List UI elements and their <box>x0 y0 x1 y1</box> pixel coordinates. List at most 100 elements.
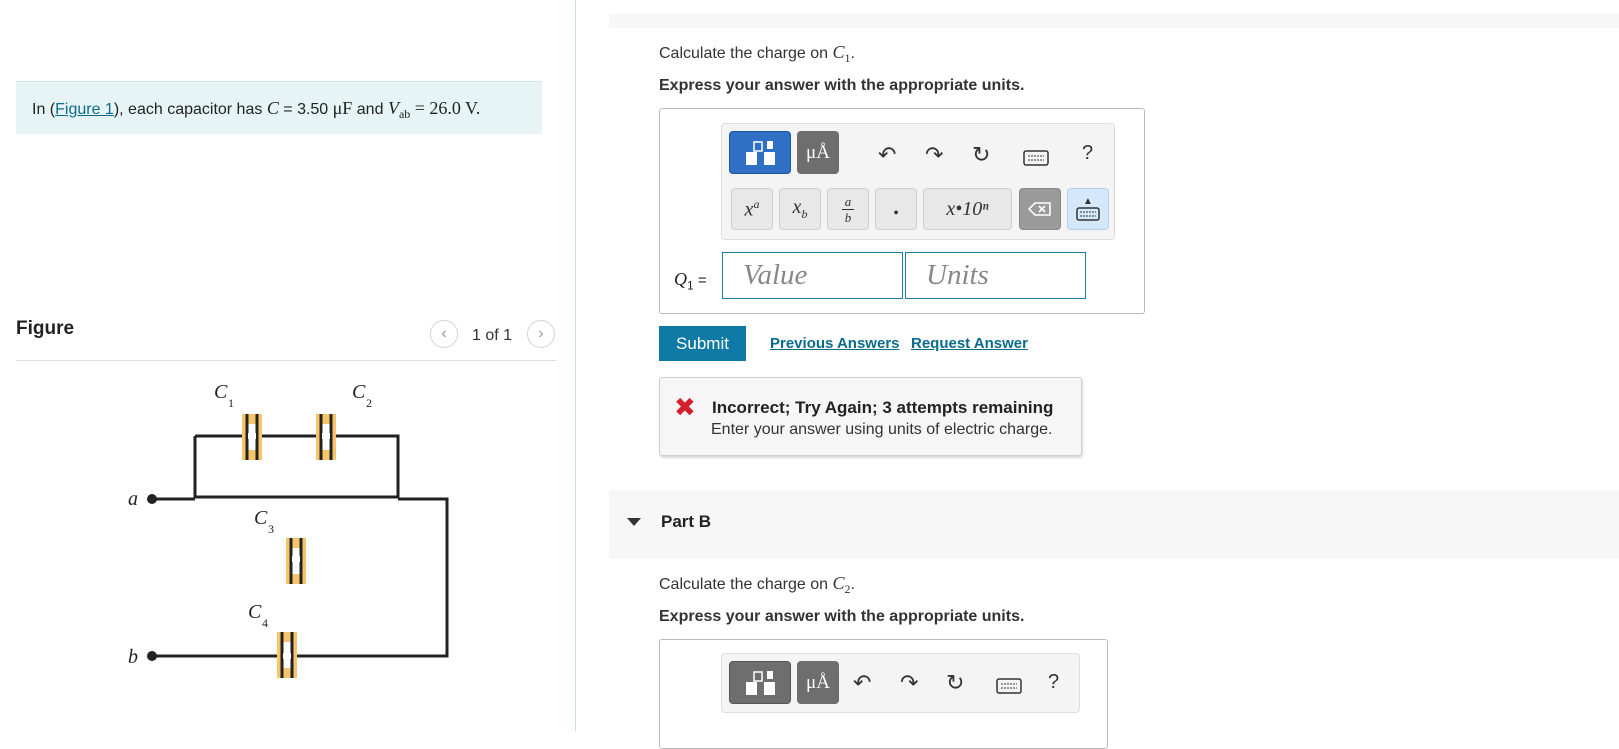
fraction-top: a <box>844 193 852 209</box>
templates-button[interactable] <box>729 131 791 174</box>
problem-prefix: In ( <box>32 101 56 118</box>
capacitor-c3 <box>286 538 306 584</box>
part-b-prompt-text: Calculate the charge on <box>659 576 828 593</box>
right-panel: Calculate the charge on C1. Express your… <box>609 0 1619 749</box>
circuit-diagram: C 1 C 2 C 3 C 4 a b <box>128 381 449 678</box>
part-b-prompt: Calculate the charge on C2. <box>659 573 855 597</box>
collapse-triangle-icon[interactable] <box>627 518 641 526</box>
label-c3-sub: 3 <box>268 522 274 536</box>
capacitor-c1 <box>242 414 262 460</box>
label-c2: C <box>352 381 366 403</box>
terminal-a <box>147 494 157 504</box>
part-b-templates-button[interactable] <box>729 661 791 704</box>
part-b-help-button[interactable]: ? <box>1048 671 1059 694</box>
part-b-templates-icon <box>746 670 775 695</box>
voltage-subscript: ab <box>398 107 411 122</box>
q1-label-eq: = <box>693 272 707 289</box>
part-b-answer-box: μÅ ↶ ↷ ↻ ? <box>659 639 1108 749</box>
part-b-reset-icon[interactable]: ↻ <box>946 670 964 696</box>
q1-label: Q1 = <box>674 269 707 293</box>
redo-icon[interactable]: ↷ <box>925 142 943 168</box>
problem-and: and <box>356 101 384 118</box>
keyboard-toggle-key[interactable]: ▲ <box>1067 188 1109 230</box>
capacitance-unit: μF <box>332 98 353 118</box>
previous-answers-link[interactable]: Previous Answers <box>770 335 900 352</box>
math-toolbar: μÅ ↶ ↷ ↻ ? xa xb a b • x•10ⁿ ▲ <box>721 123 1115 240</box>
reset-icon[interactable]: ↻ <box>972 142 990 168</box>
figure-divider <box>16 360 556 361</box>
figure-link[interactable]: Figure 1 <box>55 101 114 118</box>
label-c1: C <box>214 381 228 403</box>
figure-prev-button[interactable]: ‹ <box>430 320 458 350</box>
problem-statement: In (Figure 1), each capacitor has C = 3.… <box>16 81 542 134</box>
units-button[interactable]: μÅ <box>797 131 839 174</box>
figure-next-button[interactable]: › <box>527 320 555 350</box>
dot-key[interactable]: • <box>875 188 917 230</box>
subscript-key[interactable]: xb <box>779 188 821 230</box>
part-a-prompt: Calculate the charge on C1. <box>659 42 855 66</box>
submit-button[interactable]: Submit <box>659 326 746 361</box>
scientific-notation-key[interactable]: x•10ⁿ <box>923 188 1012 230</box>
voltage-symbol: V <box>387 98 399 118</box>
label-c4: C <box>248 601 262 623</box>
fraction-bottom: b <box>844 209 852 225</box>
label-b: b <box>128 646 138 668</box>
value-input[interactable] <box>723 253 902 298</box>
feedback-box: ✖ Incorrect; Try Again; 3 attempts remai… <box>659 377 1082 456</box>
part-header-bar <box>609 14 1619 28</box>
value-field[interactable] <box>722 252 903 299</box>
incorrect-x-icon: ✖ <box>674 392 696 422</box>
label-c4-sub: 4 <box>262 616 268 630</box>
fraction-key[interactable]: a b <box>827 188 869 230</box>
part-b-label: Part B <box>661 512 712 531</box>
part-b-instruction: Express your answer with the appropriate… <box>659 608 1025 625</box>
terminal-b <box>147 651 157 661</box>
units-input[interactable] <box>906 253 1085 298</box>
part-a-prompt-text: Calculate the charge on <box>659 45 828 62</box>
keyboard-small-icon <box>1076 207 1100 221</box>
undo-icon[interactable]: ↶ <box>878 142 896 168</box>
keyboard-icon[interactable] <box>1023 150 1049 166</box>
part-b-prompt-post: . <box>850 576 855 593</box>
part-a-instruction: Express your answer with the appropriate… <box>659 77 1025 94</box>
superscript-key[interactable]: xa <box>731 188 773 230</box>
backspace-icon <box>1028 202 1051 216</box>
chevron-left-icon: ‹ <box>441 325 447 342</box>
label-a: a <box>128 488 138 510</box>
capacitance-symbol: C <box>266 98 279 118</box>
templates-icon <box>746 140 775 165</box>
part-b-keyboard-icon[interactable] <box>996 678 1022 694</box>
chevron-right-icon: › <box>538 325 544 342</box>
q1-label-math: Q <box>674 269 687 289</box>
part-b-units-button[interactable]: μÅ <box>797 661 839 704</box>
feedback-message: Enter your answer using units of electri… <box>711 421 1053 438</box>
panel-divider <box>575 0 576 731</box>
superscript-key-label: xa <box>744 196 760 221</box>
label-c2-sub: 2 <box>366 396 372 410</box>
figure-title: Figure <box>16 318 75 339</box>
help-button[interactable]: ? <box>1082 142 1093 165</box>
left-panel: In (Figure 1), each capacitor has C = 3.… <box>0 0 575 731</box>
label-c3: C <box>254 507 268 529</box>
part-a-prompt-math: C <box>832 42 845 62</box>
capacitance-value: = 3.50 <box>278 101 329 118</box>
caret-up-icon: ▲ <box>1083 196 1093 207</box>
part-a-answer-box: μÅ ↶ ↷ ↻ ? xa xb a b • x•10ⁿ ▲ Q1 = Valu… <box>659 108 1145 314</box>
capacitor-c4 <box>277 632 297 678</box>
backspace-key[interactable] <box>1019 188 1061 230</box>
part-b-undo-icon[interactable]: ↶ <box>853 670 871 696</box>
part-b-header[interactable]: Part B <box>609 490 1619 559</box>
request-answer-link[interactable]: Request Answer <box>911 335 1028 352</box>
label-c1-sub: 1 <box>228 396 234 410</box>
capacitor-c2 <box>316 414 336 460</box>
part-a-prompt-post: . <box>850 45 855 62</box>
part-b-redo-icon[interactable]: ↷ <box>900 670 918 696</box>
part-b-math-toolbar: μÅ ↶ ↷ ↻ ? <box>721 653 1080 713</box>
q1-label-sub: 1 <box>687 278 694 293</box>
voltage-value: = 26.0 V. <box>414 98 481 118</box>
subscript-key-label: xb <box>792 196 808 221</box>
units-field[interactable] <box>905 252 1086 299</box>
wire-top-loop <box>193 434 400 499</box>
figure-pager-text: 1 of 1 <box>472 327 513 344</box>
problem-mid: ), each capacitor has <box>113 101 263 118</box>
